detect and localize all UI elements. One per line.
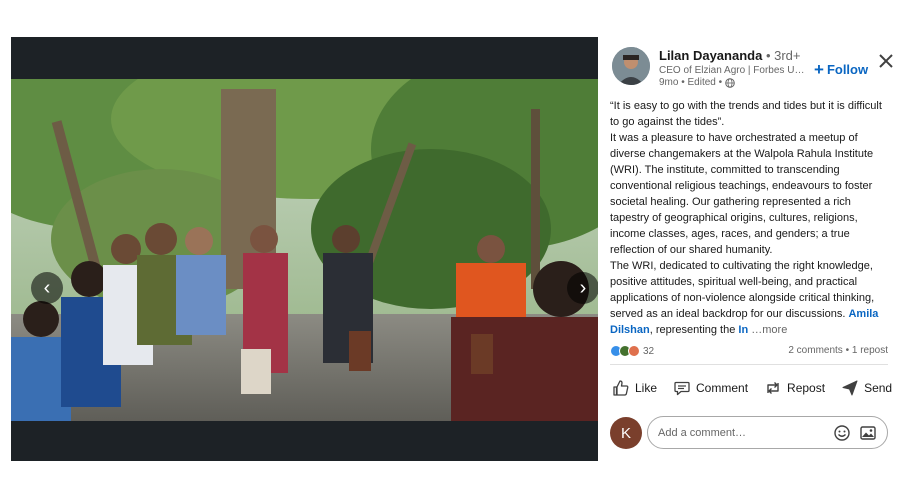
mention-link-2[interactable]: In [738,324,748,336]
repost-icon [767,382,779,394]
author-name[interactable]: Lilan Dayananda • 3rd+ [659,48,800,63]
see-more-button[interactable]: …more [748,324,787,336]
author-avatar[interactable] [612,47,650,85]
post-quote: “It is easy to go with the trends and ti… [610,100,882,128]
close-icon[interactable] [877,52,895,70]
comment-box[interactable] [647,416,888,449]
author-headline: CEO of Elzian Agro | Forbes Under 30 [659,65,809,76]
like-label: Like [635,381,658,395]
repost-button[interactable]: Repost [756,375,833,401]
reactions-summary[interactable]: 32 [610,345,654,357]
globe-icon [725,77,735,88]
repost-label: Repost [787,381,826,395]
post-meta: 9mo • Edited • [659,77,735,88]
like-button[interactable]: Like [604,375,665,401]
comment-label: Comment [696,381,749,395]
send-button[interactable]: Send [833,375,900,401]
post-paragraph-2-start: The WRI, dedicated to cultivating the ri… [610,260,875,320]
follow-label: Follow [826,62,869,77]
send-label: Send [864,381,893,395]
comments-reposts-stats[interactable]: 2 comments • 1 repost [788,345,888,356]
previous-image-button[interactable]: ‹ [31,272,63,304]
follow-button[interactable]: + Follow [814,61,868,78]
image-icon[interactable] [859,424,877,442]
post-time: 9mo • Edited • [659,77,723,88]
chevron-right-icon: › [579,276,587,299]
post-paragraph-1: It was a pleasure to have orchestrated a… [610,132,874,256]
chevron-left-icon: ‹ [43,276,51,299]
comment-icon [674,381,690,396]
next-image-button[interactable]: › [567,272,598,304]
like-icon [613,380,629,396]
post-paragraph-2-end: , representing the [649,324,739,336]
love-reaction-icon [628,345,640,357]
emoji-icon[interactable] [833,424,851,442]
comment-button[interactable]: Comment [665,375,756,401]
comment-input[interactable] [658,426,825,439]
plus-icon: + [814,60,824,79]
commenter-avatar: K [610,417,642,449]
send-icon [842,380,858,396]
reaction-count: 32 [643,345,655,357]
author-name-text[interactable]: Lilan Dayananda [659,48,762,63]
divider [610,364,888,365]
post-detail-panel: Lilan Dayananda • 3rd+ CEO of Elzian Agr… [598,37,900,461]
post-paragraph-2: The WRI, dedicated to cultivating the ri… [610,258,892,338]
post-text: “It is easy to go with the trends and ti… [610,98,892,338]
media-viewer: ‹ › [11,37,598,461]
action-bar: Like Comment Repost Send [604,375,894,401]
connection-degree: • 3rd+ [765,48,801,63]
post-photo[interactable] [11,79,598,421]
